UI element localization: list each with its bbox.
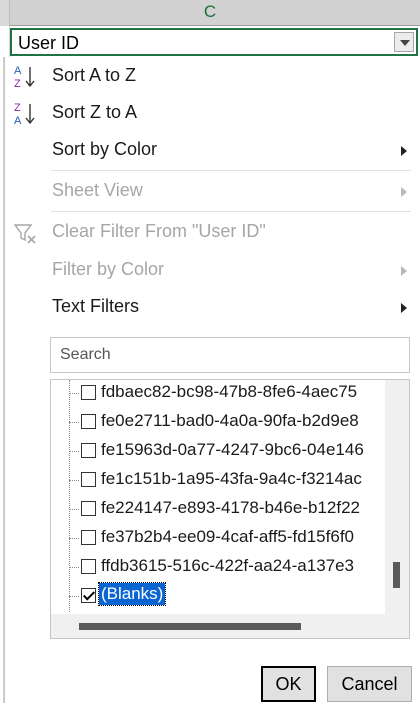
list-item[interactable]: fe37b2b4-ee09-4caf-aff5-fd15f6f0	[51, 524, 385, 552]
sort-descending-icon: Z A	[14, 102, 35, 127]
list-item[interactable]: fe224147-e893-4178-b46e-b12f22	[51, 495, 385, 523]
tree-connector	[69, 567, 79, 568]
submenu-arrow-icon	[401, 146, 407, 156]
menu-item-label: Sort A to Z	[52, 65, 137, 85]
item-label: fe15963d-0a77-4247-9bc6-04e146	[101, 440, 364, 459]
column-header[interactable]: C	[0, 0, 420, 26]
menu-separator	[51, 170, 411, 171]
item-checkbox[interactable]	[81, 472, 96, 487]
list-item[interactable]: ffdb3615-516c-422f-aa24-a137e3	[51, 553, 385, 581]
menu-item-sheet-view: Sheet View	[5, 174, 417, 210]
list-item[interactable]: fdbaec82-bc98-47b8-8fe6-4aec75	[51, 380, 385, 407]
svg-text:A: A	[14, 115, 22, 127]
cell-value: User ID	[18, 33, 80, 53]
row-edge	[0, 26, 10, 57]
chevron-down-icon	[400, 40, 410, 46]
search-input[interactable]	[51, 338, 409, 372]
item-label: fe1c151b-1a95-43fa-9a4c-f3214ac	[101, 469, 362, 488]
tree-connector	[69, 422, 79, 423]
vertical-scroll-thumb[interactable]	[393, 562, 400, 588]
submenu-arrow-icon	[401, 187, 407, 197]
item-checkbox[interactable]	[81, 414, 96, 429]
menu-item-sort-a-to-z[interactable]: A Z Sort A to Z	[5, 59, 417, 95]
item-checkbox[interactable]	[81, 501, 96, 516]
list-item-blanks[interactable]: (Blanks)	[51, 582, 385, 610]
item-label: fe224147-e893-4178-b46e-b12f22	[101, 498, 361, 517]
scrollbar-corner	[385, 614, 409, 638]
submenu-arrow-icon	[401, 266, 407, 276]
filter-value-list[interactable]: fdbaec82-bc98-47b8-8fe6-4aec75 fe0e2711-…	[50, 379, 410, 639]
tree-connector	[69, 393, 79, 394]
menu-item-text-filters[interactable]: Text Filters	[5, 290, 417, 326]
item-checkbox[interactable]	[81, 559, 96, 574]
svg-text:Z: Z	[14, 102, 21, 114]
tree-connector	[69, 596, 79, 597]
search-box[interactable]	[50, 337, 410, 373]
item-label: (Blanks)	[97, 582, 167, 606]
item-checkbox[interactable]	[81, 385, 96, 400]
tree-connector	[69, 509, 79, 510]
horizontal-scroll-thumb[interactable]	[79, 623, 301, 630]
cancel-button[interactable]: Cancel	[327, 666, 412, 702]
tree-connector	[69, 480, 79, 481]
list-item[interactable]: fe0e2711-bad0-4a0a-90fa-b2d9e8	[51, 408, 385, 436]
ok-button[interactable]: OK	[261, 666, 316, 702]
menu-item-label: Sort by Color	[52, 139, 158, 159]
clear-filter-icon	[13, 224, 36, 244]
menu-item-label: Text Filters	[52, 296, 140, 316]
item-label: fe37b2b4-ee09-4caf-aff5-fd15f6f0	[101, 527, 354, 546]
menu-item-filter-by-color: Filter by Color	[5, 253, 417, 289]
menu-item-label: Filter by Color	[52, 259, 165, 279]
horizontal-scrollbar[interactable]	[51, 614, 385, 638]
menu-item-sort-by-color[interactable]: Sort by Color	[5, 133, 417, 169]
submenu-arrow-icon	[401, 303, 407, 313]
autofilter-menu: A Z Sort A to Z Z A Sort Z to A Sort by …	[4, 57, 420, 703]
filter-dropdown-button[interactable]	[394, 32, 414, 52]
vertical-scrollbar[interactable]	[385, 380, 409, 616]
menu-item-label: Sort Z to A	[52, 102, 138, 122]
item-label: fe0e2711-bad0-4a0a-90fa-b2d9e8	[101, 411, 359, 430]
item-checkbox[interactable]	[81, 588, 96, 603]
item-checkbox[interactable]	[81, 530, 96, 545]
tree-connector	[69, 538, 79, 539]
tree-connector	[69, 451, 79, 452]
menu-item-sort-z-to-a[interactable]: Z A Sort Z to A	[5, 96, 417, 132]
item-checkbox[interactable]	[81, 443, 96, 458]
svg-text:Z: Z	[14, 78, 21, 90]
menu-item-label: Sheet View	[52, 180, 143, 200]
list-viewport: fdbaec82-bc98-47b8-8fe6-4aec75 fe0e2711-…	[51, 380, 385, 616]
column-letter: C	[203, 2, 217, 21]
list-item[interactable]: fe15963d-0a77-4247-9bc6-04e146	[51, 437, 385, 465]
menu-separator	[51, 211, 411, 212]
menu-item-label: Clear Filter From "User ID"	[52, 221, 266, 241]
item-label: ffdb3615-516c-422f-aa24-a137e3	[101, 556, 355, 575]
list-item[interactable]: fe1c151b-1a95-43fa-9a4c-f3214ac	[51, 466, 385, 494]
header-cell-row: User ID	[0, 26, 420, 57]
header-cell[interactable]: User ID	[10, 28, 418, 56]
svg-text:A: A	[14, 65, 22, 77]
sort-ascending-icon: A Z	[14, 65, 35, 90]
menu-item-clear-filter: Clear Filter From "User ID"	[5, 215, 417, 251]
item-label: fdbaec82-bc98-47b8-8fe6-4aec75	[101, 382, 358, 401]
